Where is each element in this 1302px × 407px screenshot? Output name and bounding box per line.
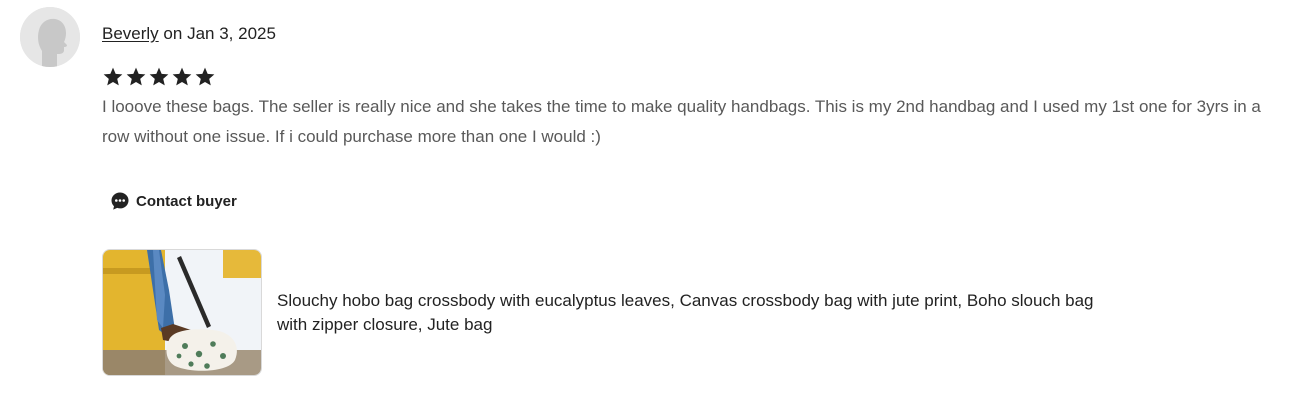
listing-photo xyxy=(103,250,261,375)
star-icon xyxy=(172,67,192,86)
listing-item[interactable]: Slouchy hobo bag crossbody with eucalypt… xyxy=(102,249,1107,376)
user-silhouette-icon xyxy=(20,7,80,67)
contact-buyer-button[interactable]: Contact buyer xyxy=(110,191,237,211)
review-card: Beverly on Jan 3, 2025 I looove these ba… xyxy=(0,0,1302,407)
reviewer-avatar[interactable] xyxy=(20,7,80,67)
star-icon xyxy=(149,67,169,86)
listing-thumbnail[interactable] xyxy=(102,249,262,376)
contact-buyer-label: Contact buyer xyxy=(136,192,237,210)
review-date: Jan 3, 2025 xyxy=(187,24,276,43)
date-prefix: on xyxy=(163,24,183,43)
star-icon xyxy=(195,67,215,86)
star-icon xyxy=(103,67,123,86)
review-text: I looove these bags. The seller is reall… xyxy=(102,97,1261,146)
chat-bubble-icon xyxy=(111,192,129,210)
review-meta: Beverly on Jan 3, 2025 xyxy=(102,23,276,45)
reviewer-name-link[interactable]: Beverly xyxy=(102,24,159,43)
listing-title[interactable]: Slouchy hobo bag crossbody with eucalypt… xyxy=(277,289,1107,337)
star-icon xyxy=(126,67,146,86)
star-rating xyxy=(102,66,216,88)
